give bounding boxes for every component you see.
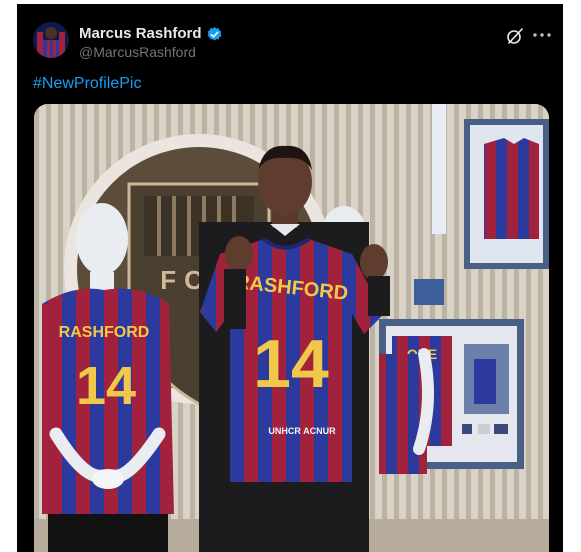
post-card: Marcus Rashford @MarcusRashford #NewProf… [17, 4, 563, 552]
verified-badge-icon [206, 26, 223, 43]
left-shirt-name: RASHFORD [59, 324, 150, 341]
post-header: Marcus Rashford @MarcusRashford [17, 16, 563, 62]
grok-icon[interactable] [505, 26, 525, 46]
author-row: Marcus Rashford [79, 25, 223, 43]
more-options-icon[interactable] [531, 28, 553, 42]
author-handle[interactable]: @MarcusRashford [79, 44, 196, 60]
author-name[interactable]: Marcus Rashford [79, 25, 202, 43]
left-shirt-number: 14 [76, 356, 136, 416]
post-hashtag-link[interactable]: #NewProfilePic [33, 74, 141, 94]
shirt-sponsor: UNHCR ACNUR [268, 426, 336, 436]
avatar[interactable] [33, 22, 69, 58]
photo-illustration: FCB QUE [34, 104, 549, 552]
held-shirt-number: 14 [253, 326, 329, 402]
post-photo[interactable]: FCB QUE [34, 104, 549, 552]
